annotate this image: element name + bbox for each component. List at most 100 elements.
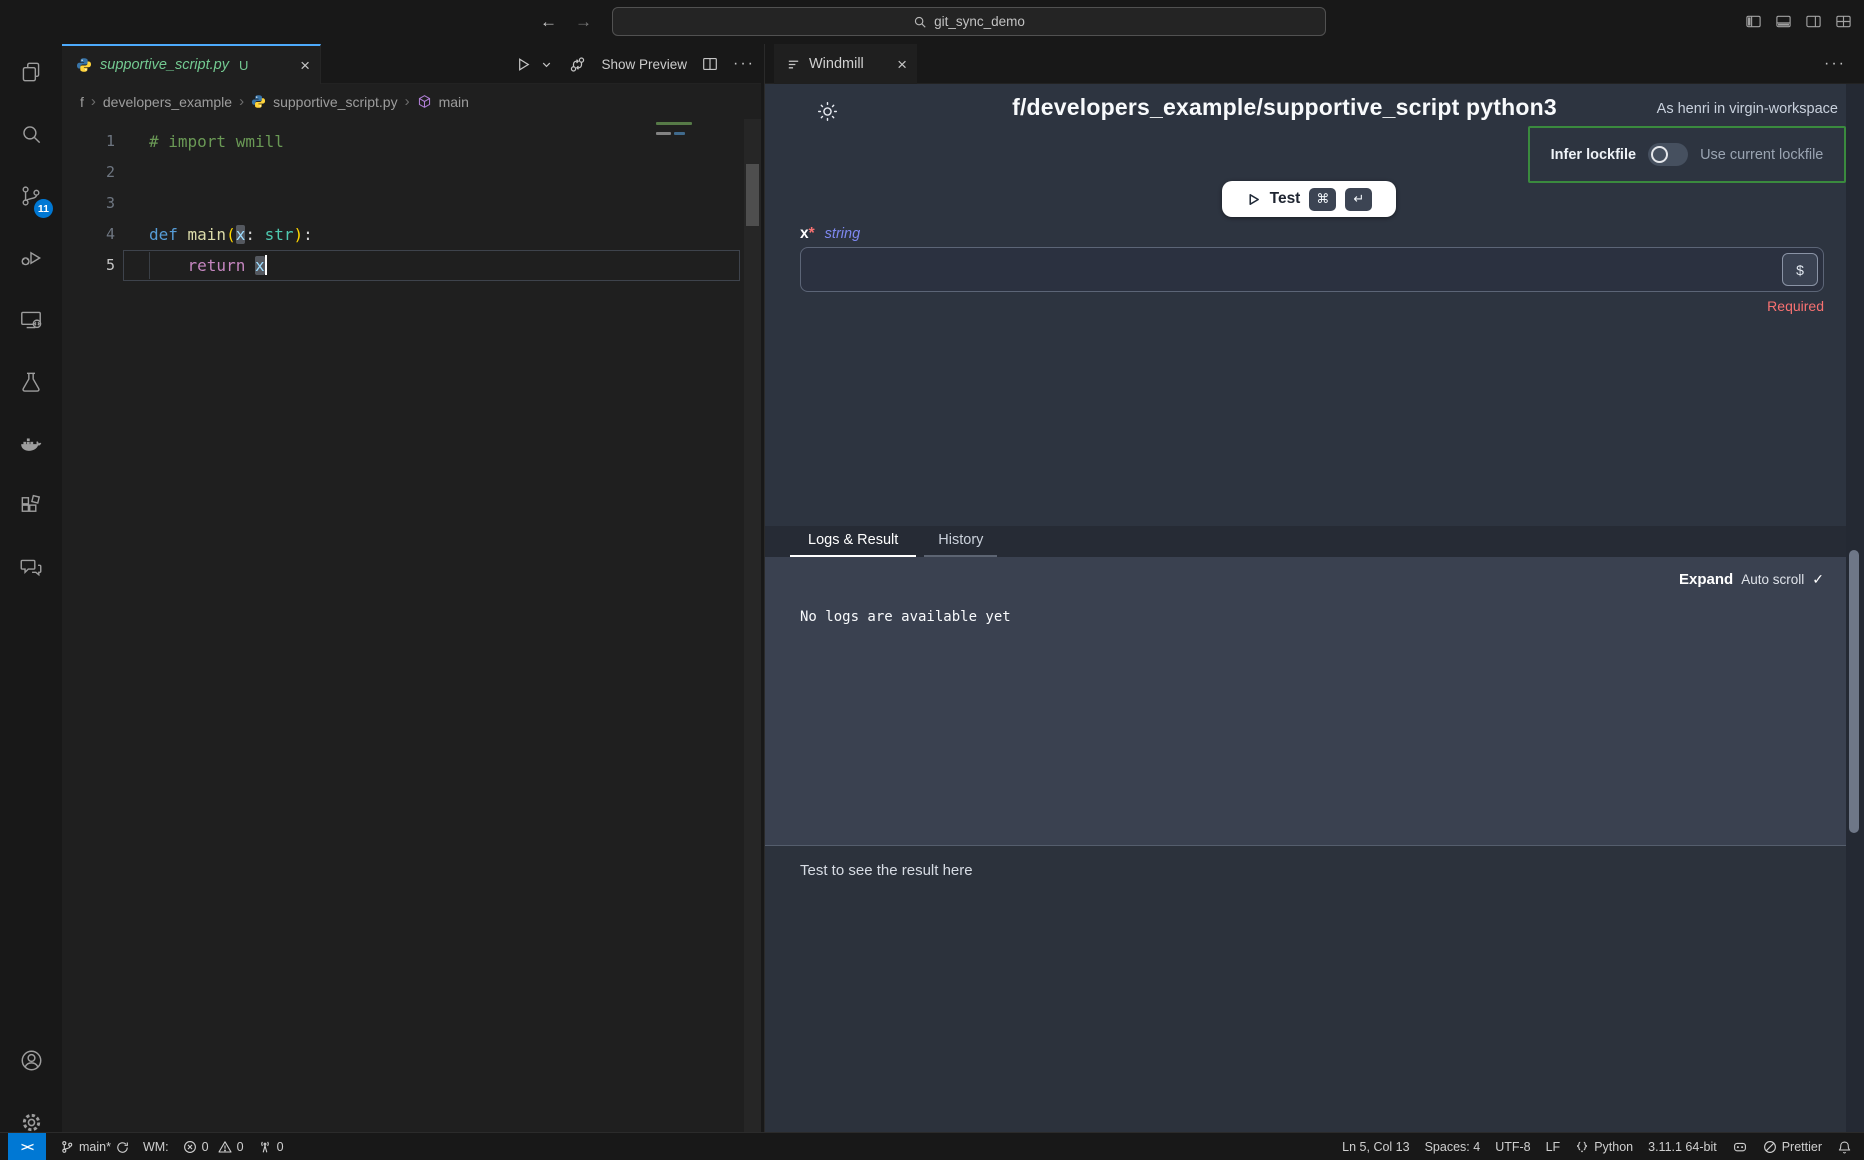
history-forward-icon[interactable]: → <box>575 12 592 32</box>
extensions-icon[interactable] <box>7 482 55 530</box>
git-compare-icon[interactable] <box>568 55 587 74</box>
code-line[interactable]: 5 return x <box>62 250 744 281</box>
editor-scrollbar[interactable] <box>744 119 761 1132</box>
warning-icon <box>218 1140 232 1154</box>
toggle-panel-icon[interactable] <box>1775 13 1792 30</box>
notifications-bell-icon[interactable] <box>1837 1140 1852 1155</box>
problems-item[interactable]: 0 0 <box>183 1140 244 1154</box>
editor-scrollbar-slider[interactable] <box>746 164 759 226</box>
command-center-search[interactable]: git_sync_demo <box>612 7 1326 36</box>
radio-tower-icon <box>258 1140 272 1154</box>
eol-item[interactable]: LF <box>1546 1140 1561 1154</box>
accounts-icon[interactable] <box>7 1036 55 1084</box>
code-line[interactable]: 4def main(x: str): <box>62 219 744 250</box>
remote-indicator[interactable]: >< <box>8 1133 46 1160</box>
tab-label: supportive_script.py <box>100 57 229 73</box>
code-line[interactable]: 1# import wmill <box>62 126 744 157</box>
testing-icon[interactable] <box>7 358 55 406</box>
search-icon <box>913 15 927 29</box>
toggle-sidebar-right-icon[interactable] <box>1805 13 1822 30</box>
search-view-icon[interactable] <box>7 110 55 158</box>
checkmark-icon[interactable]: ✓ <box>1812 571 1824 588</box>
script-path-title: f/developers_example/supportive_script p… <box>765 94 1804 121</box>
workspace-context: As henri in virgin-workspace <box>1657 101 1838 117</box>
copilot-icon[interactable] <box>1732 1139 1748 1155</box>
test-button-label: Test <box>1270 190 1301 208</box>
breadcrumb-separator-icon: › <box>91 93 96 110</box>
lockfile-toggle[interactable] <box>1648 143 1688 166</box>
docker-icon[interactable] <box>7 420 55 468</box>
logs-panel: Expand Auto scroll ✓ No logs are availab… <box>765 557 1846 845</box>
run-debug-icon[interactable] <box>7 234 55 282</box>
python-file-icon <box>251 94 266 109</box>
formatter-item[interactable]: Prettier <box>1763 1140 1822 1154</box>
arg-x-input[interactable] <box>800 247 1824 292</box>
git-branch-item[interactable]: main* <box>60 1140 129 1154</box>
editor-more-actions-icon[interactable]: ··· <box>733 55 755 73</box>
comments-icon[interactable] <box>7 544 55 592</box>
breadcrumb-symbol[interactable]: main <box>439 94 469 110</box>
tab-logs-result[interactable]: Logs & Result <box>790 526 916 557</box>
tab-close-icon[interactable]: × <box>300 57 310 74</box>
explorer-icon[interactable] <box>7 48 55 96</box>
run-dropdown-chevron-icon[interactable] <box>539 57 554 72</box>
expand-button[interactable]: Expand <box>1679 571 1733 588</box>
command-key-icon: ⌘ <box>1309 188 1336 211</box>
title-bar: ← → git_sync_demo <box>0 0 1864 44</box>
logs-tab-bar: Logs & Result History <box>765 526 1846 557</box>
code-line[interactable]: 3 <box>62 188 744 219</box>
list-icon <box>786 57 801 72</box>
required-message: Required <box>800 298 1824 314</box>
windmill-status-item[interactable]: WM: <box>143 1140 169 1154</box>
tab-history[interactable]: History <box>924 526 997 557</box>
source-control-icon[interactable]: 11 <box>7 172 55 220</box>
history-back-icon[interactable]: ← <box>540 12 557 32</box>
error-icon <box>183 1140 197 1154</box>
error-count: 0 <box>202 1140 209 1154</box>
use-current-lockfile-label: Use current lockfile <box>1700 147 1823 163</box>
encoding-item[interactable]: UTF-8 <box>1495 1140 1530 1154</box>
tab-windmill[interactable]: Windmill × <box>774 44 917 84</box>
toggle-sidebar-left-icon[interactable] <box>1745 13 1762 30</box>
ports-item[interactable]: 0 <box>258 1140 284 1154</box>
run-python-file-icon[interactable] <box>514 55 533 74</box>
breadcrumb: f › developers_example › supportive_scri… <box>62 84 765 119</box>
line-number: 1 <box>62 126 115 157</box>
indentation-item[interactable]: Spaces: 4 <box>1425 1140 1481 1154</box>
windmill-tab-close-icon[interactable]: × <box>897 56 907 73</box>
breadcrumb-root[interactable]: f <box>80 94 84 110</box>
tab-supportive-script[interactable]: supportive_script.py U × <box>62 44 321 84</box>
arg-type: string <box>825 226 860 242</box>
braces-icon <box>1575 1140 1589 1154</box>
sync-icon <box>116 1141 129 1154</box>
panel-more-actions-icon[interactable]: ··· <box>1824 55 1846 73</box>
panel-scrollbar-slider[interactable] <box>1849 550 1859 833</box>
required-asterisk: * <box>809 225 815 242</box>
test-button[interactable]: Test ⌘ ↵ <box>1222 181 1396 217</box>
cursor-position-item[interactable]: Ln 5, Col 13 <box>1342 1140 1409 1154</box>
toggle-knob <box>1651 146 1668 163</box>
auto-scroll-label[interactable]: Auto scroll <box>1741 572 1804 587</box>
breadcrumb-file[interactable]: supportive_script.py <box>273 94 398 110</box>
remote-explorer-icon[interactable] <box>7 296 55 344</box>
breadcrumb-folder[interactable]: developers_example <box>103 94 232 110</box>
split-editor-icon[interactable] <box>701 55 719 73</box>
show-preview-button[interactable]: Show Preview <box>601 57 687 72</box>
language-mode-item[interactable]: Python <box>1575 1140 1633 1154</box>
minimap[interactable] <box>652 120 698 150</box>
editor-tab-bar: supportive_script.py U × Show Preview ··… <box>62 44 765 84</box>
customize-layout-icon[interactable] <box>1835 13 1852 30</box>
insert-variable-button[interactable]: $ <box>1782 253 1818 286</box>
scm-badge: 11 <box>34 199 53 218</box>
port-count: 0 <box>277 1140 284 1154</box>
breadcrumb-separator-icon: › <box>239 93 244 110</box>
play-icon <box>1246 192 1261 207</box>
python-interpreter-item[interactable]: 3.11.1 64-bit <box>1648 1140 1717 1154</box>
activity-bar: 11 <box>0 44 62 1132</box>
symbol-cube-icon <box>417 94 432 109</box>
wm-label: WM: <box>143 1140 169 1154</box>
language-label: Python <box>1594 1140 1633 1154</box>
code-line[interactable]: 2 <box>62 157 744 188</box>
branch-name: main* <box>79 1140 111 1154</box>
circle-slash-icon <box>1763 1140 1777 1154</box>
